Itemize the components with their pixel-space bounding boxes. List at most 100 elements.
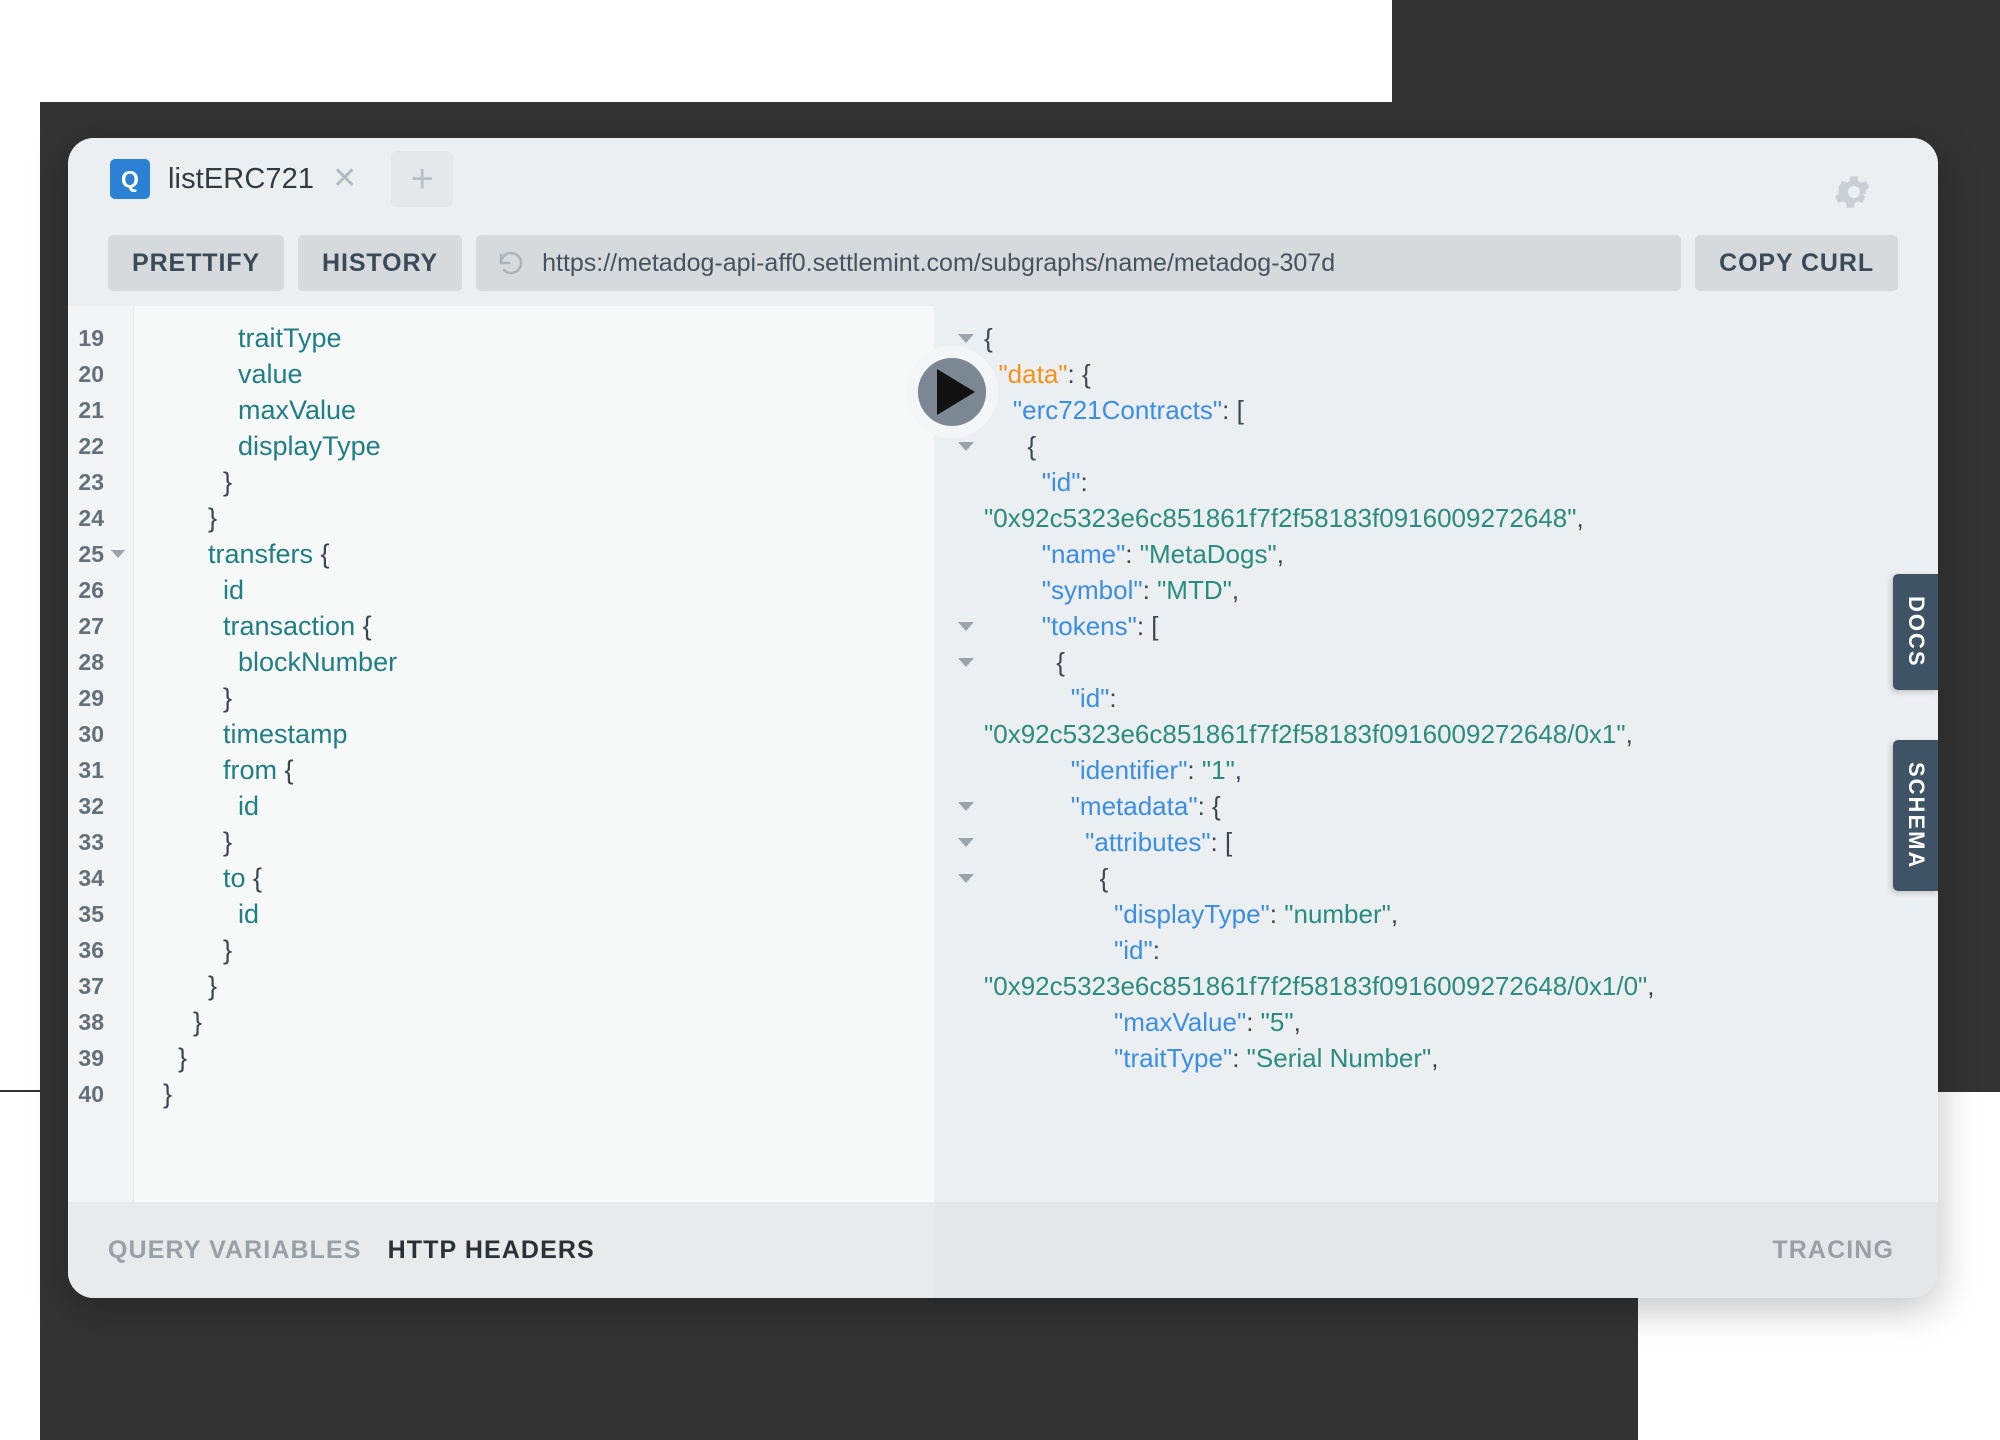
code-line: } [148,1076,934,1112]
code-line: } [148,1040,934,1076]
result-line: { [948,428,1912,464]
query-code[interactable]: traitType value maxValue displayType } }… [134,306,934,1202]
screenshot-root: Q listERC721 ✕ + PRETTIFY HISTORY https:… [0,0,2000,1440]
disclosure-triangle-icon[interactable] [958,802,974,811]
query-tab-label: listERC721 [168,163,314,196]
result-line-text: "displayType": "number", [984,896,1912,932]
disclosure-triangle-icon[interactable] [958,874,974,883]
result-line-text: "name": "MetaDogs", [984,536,1912,572]
endpoint-url-bar[interactable]: https://metadog-api-aff0.settlemint.com/… [476,235,1681,291]
line-number: 34 [68,860,133,896]
code-line: } [148,824,934,860]
line-number: 20 [68,356,133,392]
result-line: { [948,320,1912,356]
editor-panes: 1920212223242526272829303132333435363738… [68,306,1938,1202]
backdrop-cut-top-left [0,0,1392,102]
query-variables-tab[interactable]: QUERY VARIABLES [108,1236,362,1265]
line-number: 30 [68,716,133,752]
line-number: 38 [68,1004,133,1040]
tracing-tab[interactable]: TRACING [1772,1236,1894,1265]
disclosure-triangle-icon[interactable] [958,442,974,451]
code-line: } [148,680,934,716]
line-number: 40 [68,1076,133,1112]
line-number-gutter: 1920212223242526272829303132333435363738… [68,306,134,1202]
result-pane[interactable]: { "data": { "erc721Contracts": [ { "id":… [934,306,1938,1202]
close-icon[interactable]: ✕ [332,164,357,194]
fold-cell [948,932,984,946]
result-line: "traitType": "Serial Number", [948,1040,1912,1076]
result-line: "maxValue": "5", [948,1004,1912,1040]
http-headers-tab[interactable]: HTTP HEADERS [388,1236,595,1265]
history-button[interactable]: HISTORY [298,235,462,291]
toolbar: PRETTIFY HISTORY https://metadog-api-aff… [68,220,1938,306]
result-line-text: "id": [984,680,1912,716]
result-line-text: "identifier": "1", [984,752,1912,788]
code-line: id [148,572,934,608]
code-line: value [148,356,934,392]
plus-icon[interactable]: + [391,151,453,207]
result-line: "tokens": [ [948,608,1912,644]
line-number: 23 [68,464,133,500]
line-number: 29 [68,680,133,716]
fold-cell [948,788,984,811]
disclosure-triangle-icon[interactable] [958,838,974,847]
result-line-text: "data": { [984,356,1912,392]
result-line: "displayType": "number", [948,896,1912,932]
result-line-text: "traitType": "Serial Number", [984,1040,1912,1076]
code-line: blockNumber [148,644,934,680]
result-line: "0x92c5323e6c851861f7f2f58183f0916009272… [948,716,1912,752]
code-line: id [148,788,934,824]
fold-cell [948,644,984,667]
result-line: "metadata": { [948,788,1912,824]
result-line: "id": [948,680,1912,716]
line-number: 32 [68,788,133,824]
result-line: "0x92c5323e6c851861f7f2f58183f0916009272… [948,500,1912,536]
execute-query-button[interactable] [906,346,998,438]
result-line: "name": "MetaDogs", [948,536,1912,572]
result-line-text: "0x92c5323e6c851861f7f2f58183f0916009272… [984,716,1912,752]
result-line-text: "0x92c5323e6c851861f7f2f58183f0916009272… [984,968,1912,1004]
schema-tab[interactable]: SCHEMA [1893,740,1938,891]
result-line: { [948,860,1912,896]
result-line: "attributes": [ [948,824,1912,860]
result-line-text: "metadata": { [984,788,1912,824]
result-line: "0x92c5323e6c851861f7f2f58183f0916009272… [948,968,1912,1004]
footer-right: TRACING [934,1202,1938,1298]
copy-curl-button[interactable]: COPY CURL [1695,235,1898,291]
fold-cell [948,860,984,883]
fold-cell [948,572,984,586]
result-line: "id": [948,464,1912,500]
code-line: transfers { [148,536,934,572]
backdrop-cut-bottom-left [0,1092,40,1440]
result-line-text: { [984,428,1912,464]
docs-tab[interactable]: DOCS [1893,574,1938,690]
fold-cell [948,968,984,982]
code-line: } [148,464,934,500]
graphiql-window: Q listERC721 ✕ + PRETTIFY HISTORY https:… [68,138,1938,1298]
line-number: 36 [68,932,133,968]
result-line: { [948,644,1912,680]
code-line: from { [148,752,934,788]
fold-cell [948,824,984,847]
fold-triangle-icon[interactable] [111,550,125,558]
refresh-icon[interactable] [496,248,526,278]
prettify-button[interactable]: PRETTIFY [108,235,284,291]
result-line-text: { [984,644,1912,680]
result-line-text: "symbol": "MTD", [984,572,1912,608]
result-line-text: "id": [984,932,1912,968]
disclosure-triangle-icon[interactable] [958,334,974,343]
gear-icon[interactable] [1832,170,1876,214]
query-editor-pane[interactable]: 1920212223242526272829303132333435363738… [68,306,934,1202]
code-line: id [148,896,934,932]
code-line: } [148,932,934,968]
query-tab-listerc721[interactable]: Q listERC721 ✕ [110,151,371,207]
fold-cell [948,464,984,478]
fold-cell [948,320,984,343]
result-line-text: "erc721Contracts": [ [984,392,1912,428]
disclosure-triangle-icon[interactable] [958,658,974,667]
code-line: maxValue [148,392,934,428]
footer-left: QUERY VARIABLES HTTP HEADERS [68,1202,934,1298]
fold-cell [948,1004,984,1018]
disclosure-triangle-icon[interactable] [958,622,974,631]
fold-cell [948,716,984,730]
